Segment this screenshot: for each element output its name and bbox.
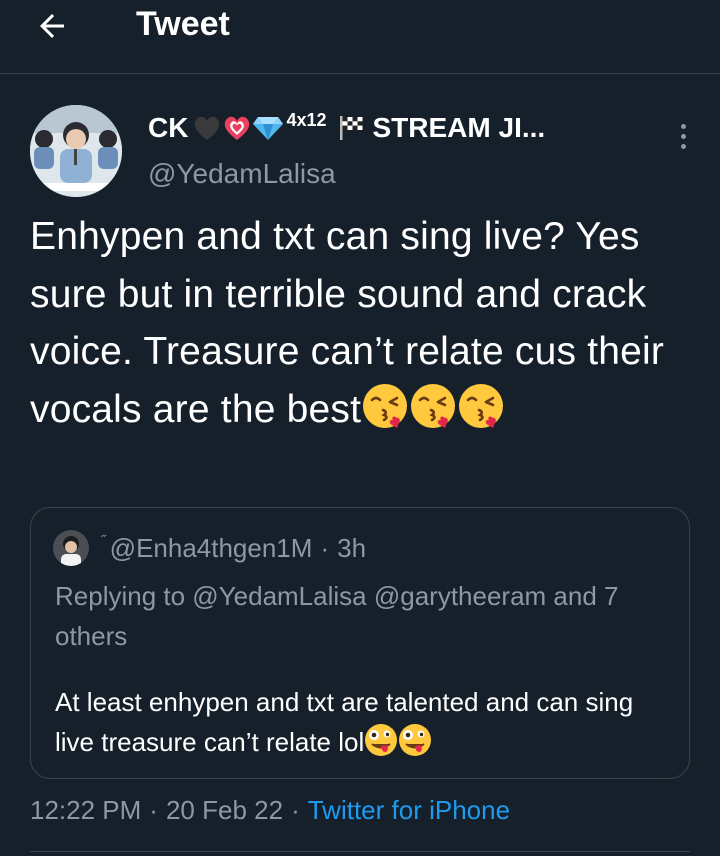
dot-icon	[680, 133, 686, 139]
page-title: Tweet	[136, 5, 230, 43]
zany-face-emoji-icon	[398, 723, 432, 768]
quoted-tweet-header: ˝ @Enha4thgen1M · 3h	[101, 530, 366, 566]
quoted-body: At least enhypen and txt are talented an…	[55, 687, 634, 757]
author-avatar[interactable]	[30, 105, 122, 197]
divider	[30, 851, 690, 852]
tick-mark-icon: ˝	[101, 532, 106, 548]
more-options-button[interactable]	[668, 118, 698, 154]
dot-icon	[680, 143, 686, 149]
checkered-flag-icon	[337, 114, 365, 142]
quoted-tweet-text: At least enhypen and txt are talented an…	[55, 682, 675, 768]
quoted-tweet[interactable]: ˝ @Enha4thgen1M · 3h Replying to @YedamL…	[30, 507, 690, 779]
dot-icon	[680, 123, 686, 129]
separator-dot: ·	[291, 794, 300, 825]
replying-to-text: Replying to @YedamLalisa @garytheeram an…	[55, 581, 619, 651]
name-emojis	[192, 114, 284, 142]
gem-icon	[253, 117, 284, 140]
kissing-face-emoji-icon	[361, 382, 409, 447]
author-handle[interactable]: @YedamLalisa	[148, 154, 336, 194]
separator-dot: ·	[320, 532, 330, 563]
arrow-left-icon	[40, 14, 64, 38]
tweet-body: Enhypen and txt can sing live? Yes sure …	[30, 215, 665, 431]
tweet-text: Enhypen and txt can sing live? Yes sure …	[30, 208, 690, 446]
tweet-source-link[interactable]: Twitter for iPhone	[308, 795, 510, 826]
badge-count: 4x12	[286, 109, 327, 130]
author-name-suffix: STREAM JI...	[372, 112, 546, 143]
zany-emoji-group	[364, 724, 432, 757]
quoted-author-avatar	[53, 530, 89, 566]
zany-face-emoji-icon	[364, 723, 398, 768]
tweet-time: 12:22 PM	[30, 794, 142, 825]
kissing-face-emoji-icon	[457, 382, 505, 447]
avatar-image	[30, 105, 122, 197]
top-bar: Tweet	[0, 0, 720, 74]
back-button[interactable]	[30, 4, 74, 48]
author-name-row[interactable]: CK 4x12 STREAM JI...	[148, 108, 545, 148]
kiss-emoji-group	[361, 383, 505, 431]
heart-ribbon-icon	[225, 116, 250, 140]
black-heart-icon	[195, 116, 220, 140]
separator-dot: ·	[149, 794, 158, 825]
author-name: CK	[148, 112, 189, 143]
tweet-meta: 12:22 PM · 20 Feb 22 · Twitter for iPhon…	[30, 790, 510, 830]
tweet-detail-page: Tweet CK 4x12 STREAM JI... @YedamLalisa …	[0, 0, 720, 856]
quoted-author-handle: @Enha4thgen1M	[109, 532, 313, 563]
quoted-tweet-time: 3h	[337, 532, 367, 563]
kissing-face-emoji-icon	[409, 382, 457, 447]
tweet-date: 20 Feb 22	[165, 794, 284, 825]
